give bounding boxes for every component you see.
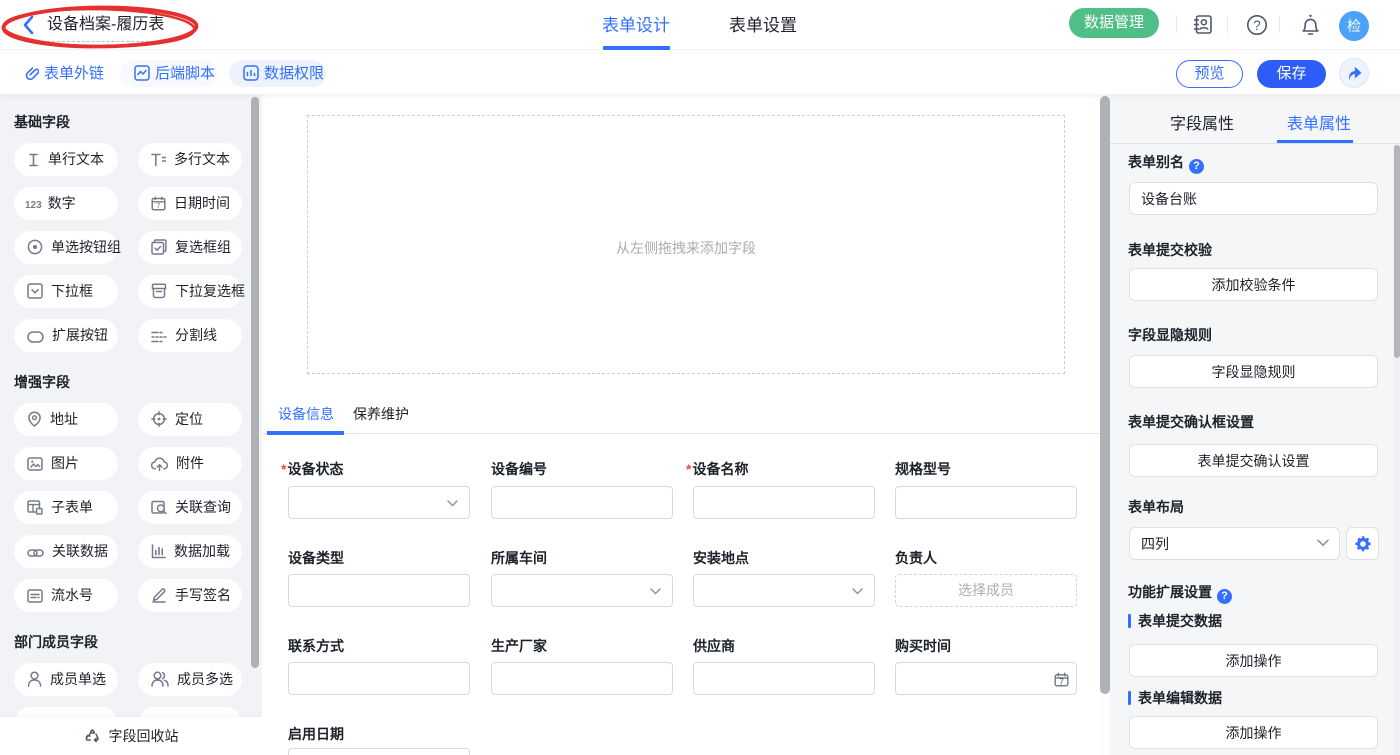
svg-text:?: ? [1253, 18, 1261, 33]
svg-text:7: 7 [1059, 676, 1064, 686]
svg-text:7: 7 [156, 201, 160, 210]
